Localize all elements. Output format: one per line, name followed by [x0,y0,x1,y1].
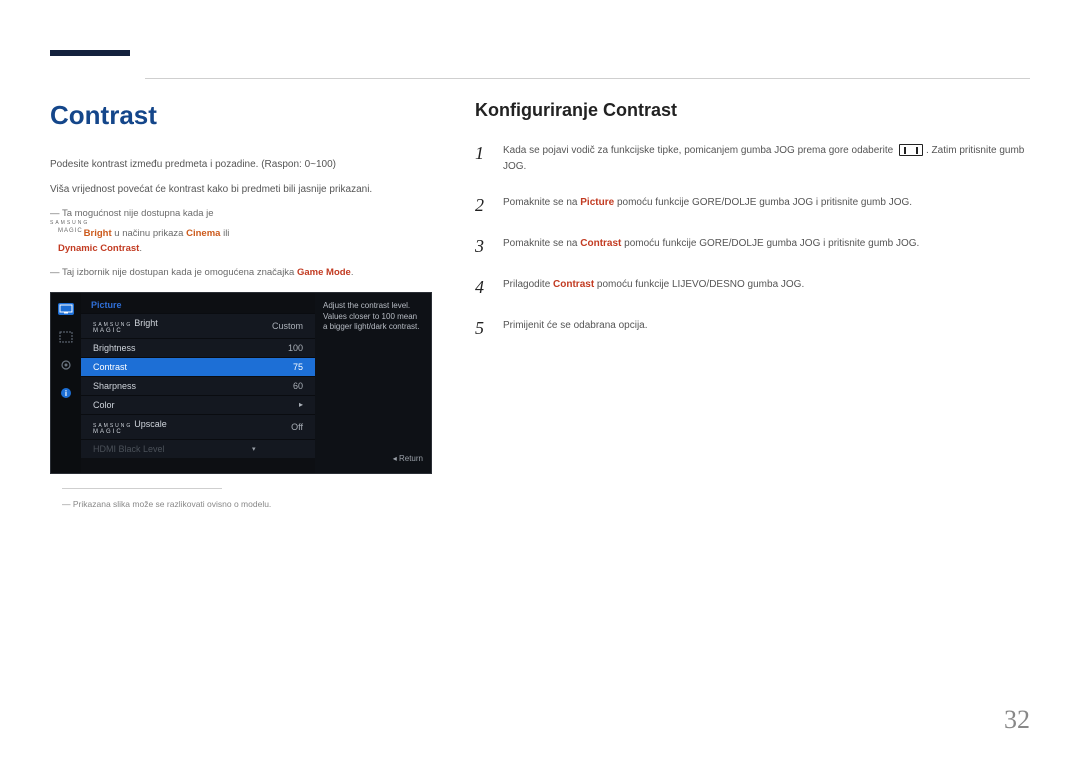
picture-icon [58,331,74,343]
step-number-5: 5 [475,318,491,339]
keyword-cinema: Cinema [186,228,220,239]
osd-sharpness-value: 60 [293,381,303,391]
subsection-heading: Konfiguriranje Contrast [475,100,1030,121]
step-3-text: Pomaknite se na Contrast pomoću funkcije… [503,236,1030,252]
availability-note-2: Taj izbornik nije dostupan kada je omogu… [50,265,430,280]
note1-end: . [139,243,142,254]
chevron-right-icon: ▸ [299,400,303,409]
step-2: 2 Pomaknite se na Picture pomoću funkcij… [475,195,1030,216]
step-number-4: 4 [475,277,491,298]
step-5: 5 Primijenit će se odabrana opcija. [475,318,1030,339]
keyword-bright: Bright [84,228,112,239]
step-5-text: Primijenit će se odabrana opcija. [503,318,1030,334]
intro-line-2: Viša vrijednost povećat će kontrast kako… [50,181,430,198]
note2-pretext: Taj izbornik nije dostupan kada je omogu… [62,267,297,278]
step-4-text: Prilagodite Contrast pomoću funkcije LIJ… [503,277,1030,293]
note1-mid: u načinu prikaza [112,228,186,239]
osd-contrast-value: 75 [293,362,303,372]
osd-bright-label: Bright [134,318,158,328]
osd-hdmi-label: HDMI Black Level [93,444,165,454]
note1-or: ili [220,228,229,239]
osd-row-sharpness: Sharpness 60 [81,376,315,395]
osd-color-label: Color [93,400,115,410]
keyword-game-mode: Game Mode [297,267,351,278]
model-disclaimer: Prikazana slika može se razlikovati ovis… [62,499,430,509]
osd-row-brightness: Brightness 100 [81,338,315,357]
osd-upscale-value: Off [291,422,303,432]
osd-tooltip-panel: Adjust the contrast level. Values closer… [315,293,431,473]
osd-row-magic-upscale: SAMSUNGMAGICUpscale Off [81,414,315,439]
keyword-contrast-2: Contrast [553,279,594,290]
osd-row-magic-bright: SAMSUNGMAGICBright Custom [81,313,315,338]
osd-brightness-value: 100 [288,343,303,353]
intro-line-1: Podesite kontrast između predmeta i poza… [50,156,430,173]
osd-return-label: Return [323,454,423,465]
availability-note-1: Ta mogućnost nije dostupna kada je SAMSU… [50,206,430,257]
keyword-contrast: Contrast [580,238,621,249]
osd-row-color: Color ▸ [81,395,315,414]
note2-end: . [351,267,354,278]
osd-main-panel: Picture SAMSUNGMAGICBright Custom Bright… [81,293,315,473]
osd-contrast-label: Contrast [93,362,127,372]
svg-text:i: i [65,389,67,398]
keyword-dynamic-contrast: Dynamic Contrast [58,243,139,254]
info-icon: i [58,387,74,399]
osd-upscale-label: Upscale [134,419,167,429]
step-1-text: Kada se pojavi vodič za funkcijske tipke… [503,143,1030,175]
step-number-1: 1 [475,143,491,164]
osd-row-hdmi-black-level: HDMI Black Level ▾ [81,439,315,458]
chevron-down-icon: ▾ [252,445,256,453]
monitor-icon [58,303,74,315]
page-number: 32 [1004,705,1030,735]
menu-grid-icon [899,144,923,156]
section-heading-contrast: Contrast [50,100,430,131]
footnote-rule [62,488,222,489]
osd-sidebar: i [51,293,81,473]
osd-brightness-label: Brightness [93,343,136,353]
step-3: 3 Pomaknite se na Contrast pomoću funkci… [475,236,1030,257]
osd-header: Picture [81,293,315,313]
gear-icon [58,359,74,371]
osd-bright-value: Custom [272,321,303,331]
note1-pretext: Ta mogućnost nije dostupna kada je [62,208,214,219]
section-marker [50,50,130,56]
step-4: 4 Prilagodite Contrast pomoću funkcije L… [475,277,1030,298]
osd-screenshot: i Picture SAMSUNGMAGICBright Custom Brig… [50,292,432,474]
keyword-picture: Picture [580,197,614,208]
samsung-magic-label-2: SAMSUNGMAGIC [93,424,132,435]
step-number-2: 2 [475,195,491,216]
samsung-magic-label: SAMSUNGMAGIC [93,323,132,334]
osd-sharpness-label: Sharpness [93,381,136,391]
top-rule [145,78,1030,79]
osd-tooltip-text: Adjust the contrast level. Values closer… [323,301,423,333]
step-number-3: 3 [475,236,491,257]
osd-row-contrast-selected: Contrast 75 [81,357,315,376]
step-2-text: Pomaknite se na Picture pomoću funkcije … [503,195,1030,211]
step-1: 1 Kada se pojavi vodič za funkcijske tip… [475,143,1030,175]
